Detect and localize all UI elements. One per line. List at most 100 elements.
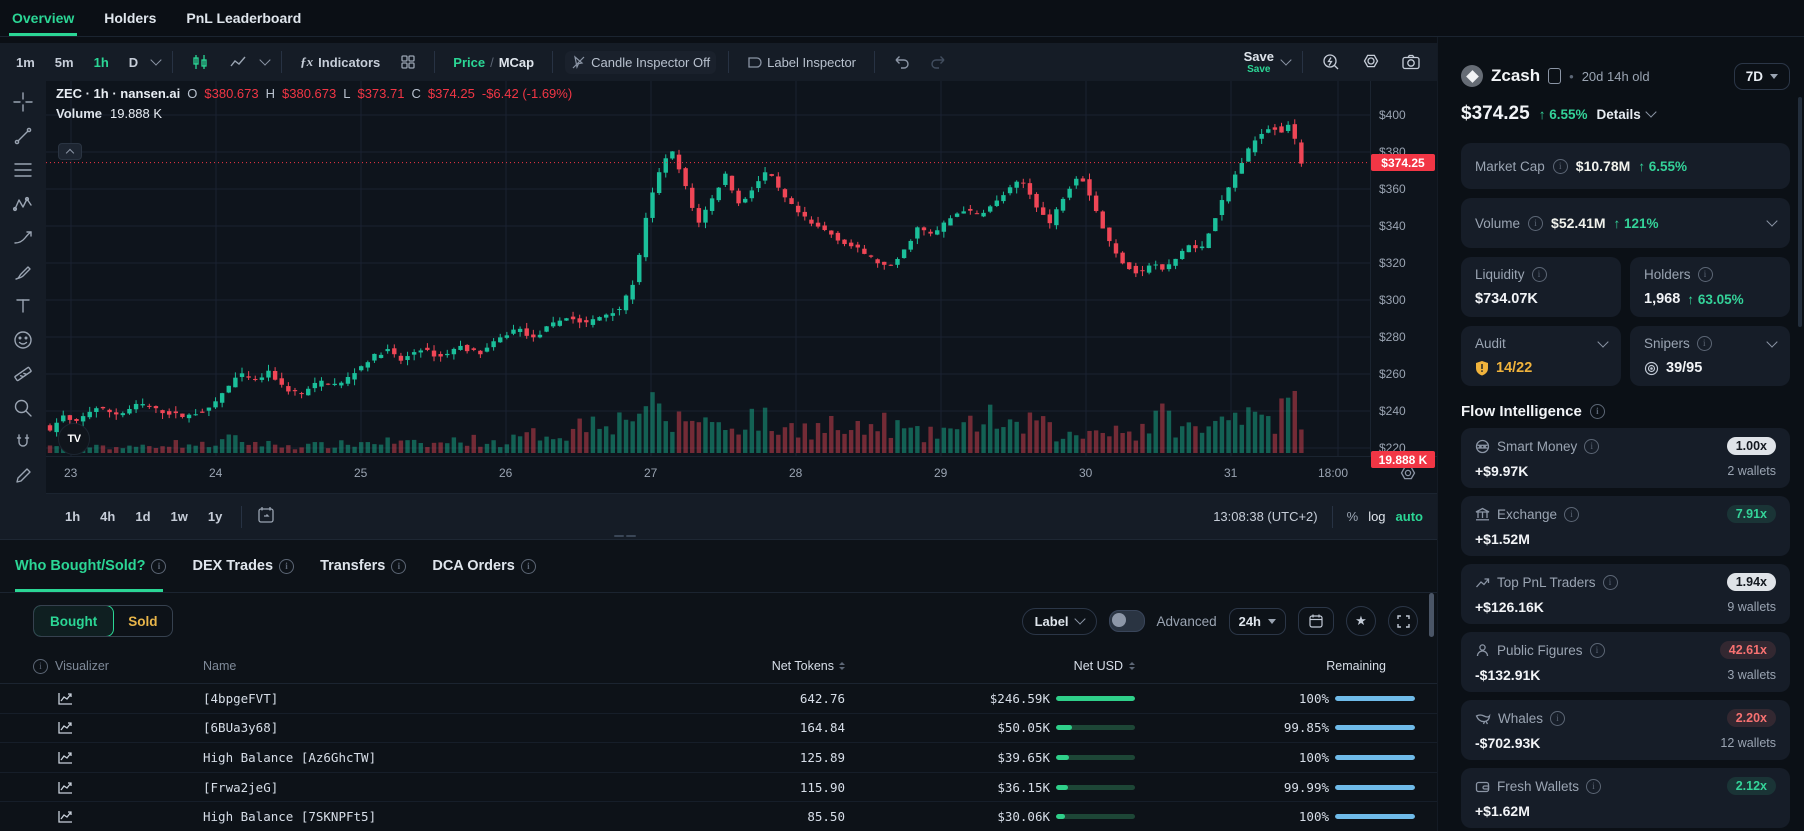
- clock[interactable]: 13:08:38 (UTC+2): [1213, 509, 1317, 524]
- brush-icon[interactable]: [8, 261, 38, 283]
- flow-card-public-figures[interactable]: Public Figures 42.61x -$132.91K 3 wallet…: [1461, 632, 1790, 692]
- range-1w-button[interactable]: 1w: [166, 505, 193, 528]
- bought-button[interactable]: Bought: [33, 605, 114, 637]
- wallet-name[interactable]: [4bpgeFVT]: [203, 691, 640, 706]
- panel-scrollbar[interactable]: [1429, 593, 1434, 637]
- info-icon[interactable]: [1550, 711, 1565, 726]
- info-icon[interactable]: [1590, 643, 1605, 658]
- info-icon[interactable]: [1698, 267, 1713, 282]
- header-net-tokens[interactable]: Net Tokens: [772, 659, 834, 673]
- candle-style-button[interactable]: [185, 49, 215, 75]
- info-icon[interactable]: [1586, 779, 1601, 794]
- indicators-button[interactable]: ƒx Indicators: [294, 50, 386, 74]
- visualizer-chart-icon[interactable]: [0, 780, 203, 795]
- info-icon[interactable]: [1564, 507, 1579, 522]
- range-1d-button[interactable]: 1d: [130, 505, 155, 528]
- chart-plot[interactable]: ZEC · 1h · nansen.ai O$380.673 H$380.673…: [46, 81, 1370, 456]
- tradingview-logo[interactable]: TV: [58, 423, 90, 455]
- flow-card-fresh-wallets[interactable]: Fresh Wallets 2.12x +$1.62M: [1461, 768, 1790, 828]
- trend-line-icon[interactable]: [8, 125, 38, 147]
- header-net-usd[interactable]: Net USD: [1074, 659, 1123, 673]
- symbol-label[interactable]: ZEC · 1h · nansen.ai: [56, 86, 180, 101]
- chevron-down-icon[interactable]: [1597, 336, 1608, 347]
- ruler-icon[interactable]: [8, 363, 38, 385]
- crosshair-icon[interactable]: [8, 91, 38, 113]
- copy-address-icon[interactable]: [1548, 68, 1561, 84]
- chevron-down-icon[interactable]: [1766, 336, 1777, 347]
- fib-retracement-icon[interactable]: [8, 159, 38, 181]
- text-tool-icon[interactable]: [8, 295, 38, 317]
- range-1y-button[interactable]: 1y: [203, 505, 227, 528]
- flow-card-top-pnl-traders[interactable]: Top PnL Traders 1.94x +$126.16K 9 wallet…: [1461, 564, 1790, 624]
- header-remaining[interactable]: Remaining: [1326, 659, 1386, 673]
- percent-scale-button[interactable]: %: [1347, 509, 1359, 524]
- info-icon[interactable]: [279, 559, 294, 574]
- info-icon[interactable]: [1590, 404, 1605, 419]
- sidebar-range-dropdown[interactable]: 7D: [1734, 63, 1790, 90]
- camera-button[interactable]: [1395, 49, 1427, 75]
- wallet-name[interactable]: High Balance [7SKNPFt5]: [203, 809, 640, 824]
- label-inspector-button[interactable]: Label Inspector: [741, 51, 862, 74]
- time-axis[interactable]: 23 24 25 26 27 28 29 30 31 18:00: [46, 456, 1437, 493]
- advanced-toggle[interactable]: [1109, 610, 1145, 632]
- interval-dropdown-icon[interactable]: [150, 54, 161, 65]
- layout-grid-button[interactable]: [394, 50, 422, 74]
- range-4h-button[interactable]: 4h: [95, 505, 120, 528]
- line-style-button[interactable]: [223, 49, 253, 75]
- wallet-name[interactable]: [Frwa2jeG]: [203, 780, 640, 795]
- info-icon[interactable]: [33, 659, 48, 674]
- wallet-name[interactable]: [6BUa3y68]: [203, 720, 640, 735]
- wallet-name[interactable]: High Balance [Az6GhcTW]: [203, 750, 640, 765]
- legend-collapse-button[interactable]: [58, 143, 82, 160]
- interval-5m-button[interactable]: 5m: [49, 51, 80, 74]
- style-dropdown-icon[interactable]: [259, 54, 270, 65]
- liquidity-card[interactable]: Liquidity $734.07K: [1461, 257, 1621, 317]
- visualizer-chart-icon[interactable]: [0, 809, 203, 824]
- info-icon[interactable]: [1603, 575, 1618, 590]
- tab-who-bought-sold[interactable]: Who Bought/Sold?: [15, 558, 166, 574]
- visualizer-chart-icon[interactable]: [0, 720, 203, 735]
- save-button[interactable]: Save Save: [1244, 50, 1274, 75]
- audit-card[interactable]: Audit 14/22: [1461, 326, 1621, 386]
- sidebar-scrollbar[interactable]: [1798, 97, 1802, 327]
- header-name[interactable]: Name: [203, 659, 640, 673]
- candle-inspector-button[interactable]: Candle Inspector Off: [565, 51, 716, 74]
- interval-d-button[interactable]: D: [123, 51, 144, 74]
- table-row[interactable]: [4bpgeFVT] 642.76 $246.59K 100%: [0, 684, 1437, 714]
- info-icon[interactable]: [1584, 439, 1599, 454]
- tab-pnl-leaderboard[interactable]: PnL Leaderboard: [186, 0, 301, 36]
- info-icon[interactable]: [1532, 267, 1547, 282]
- info-icon[interactable]: [1553, 159, 1568, 174]
- interval-1h-button[interactable]: 1h: [88, 51, 115, 74]
- redo-button[interactable]: [924, 51, 953, 73]
- chevron-down-icon[interactable]: [1766, 215, 1777, 226]
- flow-card-exchange[interactable]: Exchange 7.91x +$1.52M: [1461, 496, 1790, 556]
- pattern-icon[interactable]: [8, 193, 38, 215]
- table-row[interactable]: High Balance [Az6GhcTW] 125.89 $39.65K 1…: [0, 743, 1437, 773]
- info-icon[interactable]: [391, 559, 406, 574]
- volume-card[interactable]: Volume $52.41M 121%: [1461, 198, 1790, 248]
- calendar-button[interactable]: [1298, 607, 1334, 635]
- table-row[interactable]: High Balance [7SKNPFt5] 85.50 $30.06K 10…: [0, 802, 1437, 831]
- header-visualizer[interactable]: Visualizer: [55, 659, 109, 673]
- undo-button[interactable]: [887, 51, 916, 73]
- go-to-date-icon[interactable]: [256, 505, 276, 528]
- tab-overview[interactable]: Overview: [12, 0, 74, 36]
- visualizer-chart-icon[interactable]: [0, 750, 203, 765]
- forecast-icon[interactable]: [8, 227, 38, 249]
- tab-transfers[interactable]: Transfers: [320, 558, 406, 574]
- flow-card-whales[interactable]: Whales 2.20x -$702.93K 12 wallets: [1461, 700, 1790, 760]
- interval-1m-button[interactable]: 1m: [10, 51, 41, 74]
- fullscreen-button[interactable]: [1388, 606, 1418, 636]
- label-filter-button[interactable]: Label: [1022, 608, 1097, 635]
- sold-button[interactable]: Sold: [113, 606, 172, 636]
- visualizer-chart-icon[interactable]: [0, 691, 203, 706]
- favorite-star-button[interactable]: ★: [1346, 606, 1376, 636]
- range-1h-button[interactable]: 1h: [60, 505, 85, 528]
- tab-dex-trades[interactable]: DEX Trades: [192, 558, 294, 574]
- pencil-icon[interactable]: [8, 465, 38, 487]
- auto-scale-button[interactable]: auto: [1396, 509, 1423, 524]
- price-axis[interactable]: $400 $380 $360 $340 $320 $300 $280 $260 …: [1370, 81, 1437, 456]
- info-icon[interactable]: [1697, 336, 1712, 351]
- info-icon[interactable]: [521, 559, 536, 574]
